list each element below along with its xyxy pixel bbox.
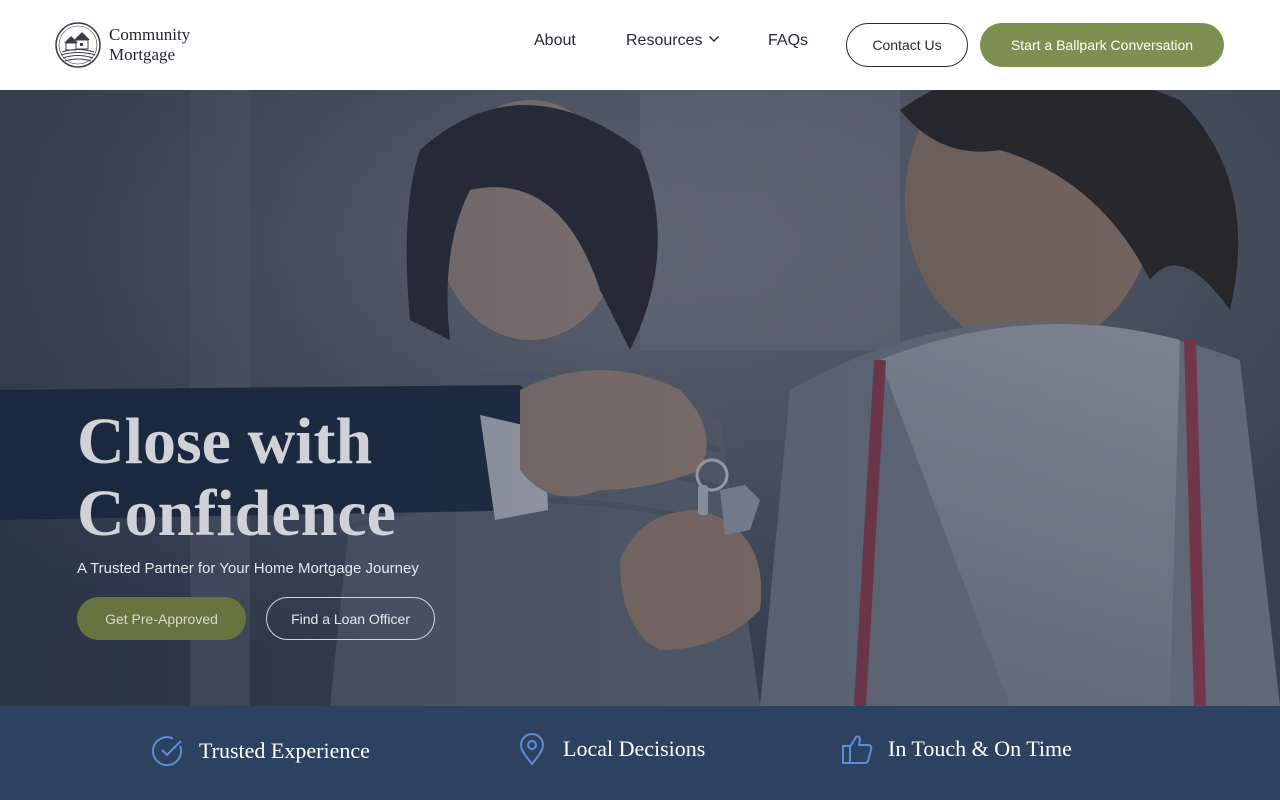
site-header: Community Mortgage About Resources FAQs …: [0, 0, 1280, 90]
nav-resources-dropdown[interactable]: Resources: [626, 31, 720, 51]
get-pre-approved-button[interactable]: Get Pre-Approved: [77, 597, 246, 640]
feature-local-decisions: Local Decisions: [515, 702, 705, 796]
location-pin-icon: [519, 733, 545, 766]
feature-in-touch-on-time: In Touch & On Time: [840, 702, 1072, 796]
check-circle-icon: [151, 736, 182, 767]
feature-label: Trusted Experience: [199, 738, 370, 763]
contact-us-button[interactable]: Contact Us: [846, 23, 968, 67]
hero-title-line2: Confidence: [77, 477, 396, 550]
hero-section: Close with Confidence A Trusted Partner …: [0, 90, 1280, 706]
feature-label: Local Decisions: [563, 736, 706, 761]
thumbs-up-icon: [842, 735, 873, 764]
hero-title-line1: Close with: [77, 405, 373, 478]
feature-trusted-experience: Trusted Experience: [151, 704, 370, 798]
feature-label: In Touch & On Time: [888, 736, 1072, 761]
chevron-down-icon: [709, 35, 720, 42]
nav-about-link[interactable]: About: [534, 31, 576, 51]
features-band: Trusted Experience Local Decisions In To…: [0, 706, 1280, 800]
nav-resources-label: Resources: [626, 32, 703, 49]
start-ballpark-conversation-button[interactable]: Start a Ballpark Conversation: [980, 23, 1224, 67]
find-loan-officer-button[interactable]: Find a Loan Officer: [266, 597, 435, 640]
hero-subtitle: A Trusted Partner for Your Home Mortgage…: [77, 560, 419, 577]
hero-title: Close with Confidence: [77, 406, 677, 550]
nav-faqs-link[interactable]: FAQs: [768, 31, 808, 51]
